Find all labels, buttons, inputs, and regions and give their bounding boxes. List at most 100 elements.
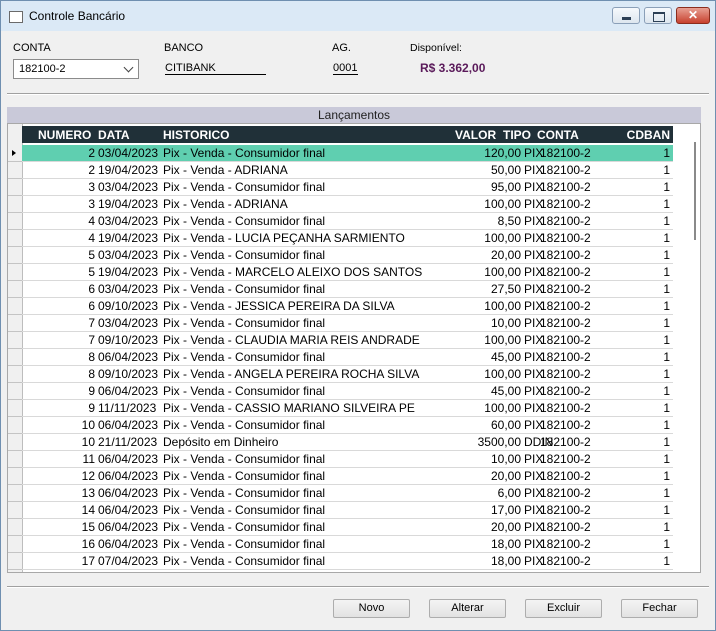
table-row[interactable]: 7 03/04/2023 Pix - Venda - Consumidor fina… <box>8 315 673 332</box>
table-row[interactable]: 10 06/04/2023 Pix - Venda - Consumidor fin… <box>8 417 673 434</box>
row-indicator[interactable] <box>8 196 22 213</box>
column-header-data[interactable]: DATA <box>98 128 130 142</box>
cell-conta: 182100-2 <box>540 163 591 177</box>
cell-historico: Pix - Venda - CLAUDIA MARIA REIS ANDRADE <box>163 333 420 347</box>
table-row[interactable]: 15 06/04/2023 Pix - Venda - Consumidor fin… <box>8 519 673 536</box>
novo-button[interactable]: Novo <box>333 599 410 618</box>
row-indicator[interactable] <box>8 468 22 485</box>
row-cells: 5 19/04/2023 Pix - Venda - MARCELO ALEIXO … <box>22 264 673 281</box>
table-row[interactable]: 4 03/04/2023 Pix - Venda - Consumidor fina… <box>8 213 673 230</box>
excluir-button[interactable]: Excluir <box>525 599 602 618</box>
table-row[interactable]: 11 06/04/2023 Pix - Venda - Consumidor fin… <box>8 451 673 468</box>
divider <box>7 586 709 588</box>
cell-historico: Pix - Venda - Consumidor final <box>163 486 326 500</box>
row-indicator[interactable] <box>8 553 22 570</box>
table-row[interactable]: 5 03/04/2023 Pix - Venda - Consumidor fina… <box>8 247 673 264</box>
table-row[interactable]: 7 09/10/2023 Pix - Venda - CLAUDIA MARIA R… <box>8 332 673 349</box>
table-row[interactable]: 4 19/04/2023 Pix - Venda - LUCIA PEÇANHA S… <box>8 230 673 247</box>
row-indicator[interactable] <box>8 417 22 434</box>
table-row[interactable]: 6 09/10/2023 Pix - Venda - JESSICA PEREIRA… <box>8 298 673 315</box>
table-row[interactable]: 8 09/10/2023 Pix - Venda - ANGELA PEREIRA … <box>8 366 673 383</box>
transactions-grid[interactable]: NUMERO DATA HISTORICO VALOR TIPO CONTA C… <box>7 123 701 573</box>
title-bar[interactable]: Controle Bancário ✕ <box>1 1 715 31</box>
row-indicator[interactable] <box>8 383 22 400</box>
conta-select[interactable]: 182100-2 <box>13 59 139 79</box>
row-indicator[interactable] <box>8 502 22 519</box>
cell-cdban: 1 <box>663 299 670 313</box>
table-row[interactable]: 12 06/04/2023 Pix - Venda - Consumidor fin… <box>8 468 673 485</box>
vertical-scrollbar[interactable] <box>694 142 699 242</box>
row-indicator[interactable] <box>8 230 22 247</box>
row-indicator[interactable] <box>8 315 22 332</box>
cell-historico: Pix - Venda - ADRIANA <box>163 163 288 177</box>
table-row[interactable]: 10 21/11/2023 Depósito em Dinheiro 3500,00 D… <box>8 434 673 451</box>
column-header-tipo[interactable]: TIPO <box>503 128 531 142</box>
fechar-button[interactable]: Fechar <box>621 599 698 618</box>
row-indicator[interactable] <box>8 179 22 196</box>
row-indicator[interactable] <box>8 451 22 468</box>
table-row[interactable]: 5 19/04/2023 Pix - Venda - MARCELO ALEIXO … <box>8 264 673 281</box>
table-row[interactable]: 9 11/11/2023 Pix - Venda - CASSIO MARIANO … <box>8 400 673 417</box>
maximize-button[interactable] <box>644 7 672 24</box>
cell-data: 19/04/2023 <box>98 265 159 279</box>
cell-numero: 12 <box>81 469 95 483</box>
row-indicator[interactable] <box>8 366 22 383</box>
table-row[interactable]: 6 03/04/2023 Pix - Venda - Consumidor fina… <box>8 281 673 298</box>
cell-data: 06/04/2023 <box>98 350 159 364</box>
table-row[interactable]: 9 06/04/2023 Pix - Venda - Consumidor fina… <box>8 383 673 400</box>
table-row[interactable]: 16 06/04/2023 Pix - Venda - Consumidor fin… <box>8 536 673 553</box>
column-header-conta[interactable]: CONTA <box>537 128 579 142</box>
row-indicator[interactable] <box>8 213 22 230</box>
cell-data: 03/04/2023 <box>98 214 159 228</box>
cell-cdban: 1 <box>663 469 670 483</box>
table-row[interactable]: 3 03/04/2023 Pix - Venda - Consumidor fina… <box>8 179 673 196</box>
cell-numero: 5 <box>88 265 95 279</box>
row-indicator[interactable] <box>8 400 22 417</box>
cell-numero: 7 <box>88 333 95 347</box>
table-row[interactable]: 3 19/04/2023 Pix - Venda - ADRIANA 100,00 PI… <box>8 196 673 213</box>
column-header-historico[interactable]: HISTORICO <box>163 128 229 142</box>
row-indicator[interactable] <box>8 536 22 553</box>
row-indicator[interactable] <box>8 434 22 451</box>
window-title: Controle Bancário <box>29 9 126 23</box>
cell-historico: Pix - Venda - ANGELA PEREIRA ROCHA SILVA <box>163 367 420 381</box>
cell-cdban: 1 <box>663 282 670 296</box>
row-indicator[interactable] <box>8 332 22 349</box>
scrollbar-thumb[interactable] <box>694 142 696 240</box>
cell-conta: 182100-2 <box>540 282 591 296</box>
cell-data: 09/10/2023 <box>98 299 159 313</box>
cell-conta: 182100-2 <box>540 146 591 160</box>
alterar-button[interactable]: Alterar <box>429 599 506 618</box>
row-cells: 9 06/04/2023 Pix - Venda - Consumidor fina… <box>22 383 673 400</box>
ag-value: 0001 <box>333 62 358 75</box>
table-row[interactable]: 13 06/04/2023 Pix - Venda - Consumidor fin… <box>8 485 673 502</box>
table-row[interactable]: 2 19/04/2023 Pix - Venda - ADRIANA 50,00 PIX… <box>8 162 673 179</box>
cell-valor: 18,00 <box>490 554 521 568</box>
minimize-button[interactable] <box>612 7 640 24</box>
table-row[interactable]: 17 07/04/2023 Pix - Venda - Consumidor fin… <box>8 553 673 570</box>
row-indicator[interactable] <box>8 247 22 264</box>
row-indicator[interactable] <box>8 298 22 315</box>
row-indicator[interactable] <box>8 349 22 366</box>
table-row[interactable]: 8 06/04/2023 Pix - Venda - Consumidor fina… <box>8 349 673 366</box>
row-indicator[interactable] <box>8 519 22 536</box>
cell-numero: 2 <box>88 146 95 160</box>
cell-cdban: 1 <box>663 486 670 500</box>
row-indicator[interactable] <box>8 485 22 502</box>
row-cells: 13 06/04/2023 Pix - Venda - Consumidor fin… <box>22 485 673 502</box>
row-indicator[interactable] <box>8 264 22 281</box>
row-indicator[interactable] <box>8 281 22 298</box>
cell-historico: Pix - Venda - Consumidor final <box>163 452 326 466</box>
cell-historico: Pix - Venda - Consumidor final <box>163 214 326 228</box>
cell-valor: 20,00 <box>490 520 521 534</box>
cell-valor: 100,00 <box>484 265 521 279</box>
column-header-numero[interactable]: NUMERO <box>38 128 91 142</box>
column-header-cdban[interactable]: CDBAN <box>627 128 670 142</box>
table-row[interactable]: 14 06/04/2023 Pix - Venda - Consumidor fin… <box>8 502 673 519</box>
row-indicator[interactable] <box>8 145 22 162</box>
table-row[interactable]: 2 03/04/2023 Pix - Venda - Consumidor fina… <box>8 145 673 162</box>
column-header-valor[interactable]: VALOR <box>455 128 496 142</box>
row-cells: 9 11/11/2023 Pix - Venda - CASSIO MARIANO … <box>22 400 673 417</box>
close-button[interactable]: ✕ <box>676 7 710 24</box>
row-indicator[interactable] <box>8 162 22 179</box>
